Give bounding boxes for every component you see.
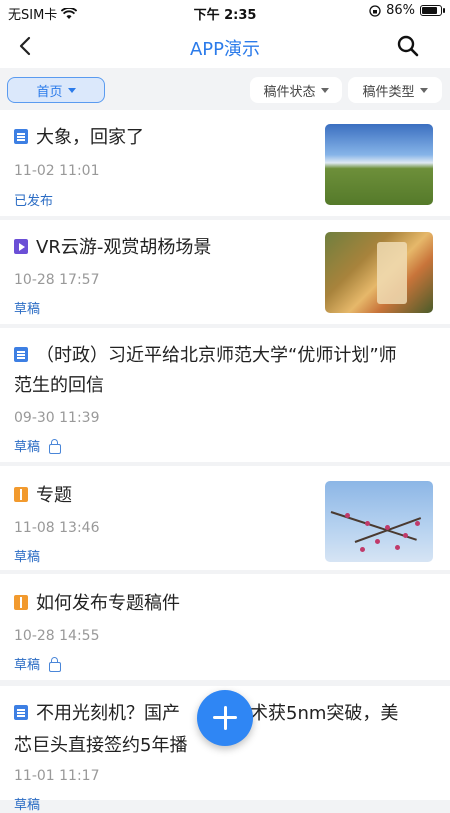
status-filter-dropdown[interactable]: 稿件状态 xyxy=(250,77,342,103)
article-thumbnail xyxy=(325,481,433,562)
caret-down-icon xyxy=(419,87,428,93)
battery-percent: 86% xyxy=(386,3,415,18)
article-title-line2: 芯巨头直接签约5年播 xyxy=(14,735,188,756)
page-title: APP演示 xyxy=(189,39,261,60)
article-status: 草稿 xyxy=(14,658,41,673)
nav-bar: APP演示 xyxy=(0,24,450,68)
article-title: 不用光刻机？国产 xyxy=(36,703,180,724)
article-status: 草稿 xyxy=(14,798,41,813)
article-card[interactable]: 专题 11-08 13:46 草稿 xyxy=(0,466,450,570)
article-thumbnail xyxy=(325,232,433,313)
article-title: 大象，回家了 xyxy=(36,127,144,148)
article-card[interactable]: 如何发布专题稿件 10-28 14:55 草稿 xyxy=(0,574,450,680)
article-title: VR云游-观赏胡杨场景 xyxy=(36,237,212,258)
lock-icon xyxy=(49,438,62,454)
type-filter-dropdown[interactable]: 稿件类型 xyxy=(348,77,442,103)
document-icon xyxy=(14,347,28,362)
article-title: （时政）习近平给北京师范大学“优师计划”师 xyxy=(36,345,397,366)
article-time: 11-08 13:46 xyxy=(14,520,100,536)
topic-icon xyxy=(14,487,28,502)
lock-icon xyxy=(49,656,62,672)
article-status: 草稿 xyxy=(14,550,41,565)
article-status: 草稿 xyxy=(14,440,41,455)
document-icon xyxy=(14,705,28,720)
article-card[interactable]: 大象，回家了 11-02 11:01 已发布 xyxy=(0,110,450,216)
caret-down-icon xyxy=(320,87,329,93)
caret-down-icon xyxy=(67,87,76,93)
article-time: 09-30 11:39 xyxy=(14,410,100,426)
battery-icon xyxy=(420,5,445,16)
type-filter-label: 稿件类型 xyxy=(362,84,415,100)
home-filter-label: 首页 xyxy=(36,84,63,100)
home-filter-dropdown[interactable]: 首页 xyxy=(7,77,105,103)
article-title-line2: 范生的回信 xyxy=(14,375,104,396)
article-status: 草稿 xyxy=(14,302,41,317)
article-status: 已发布 xyxy=(14,194,54,209)
article-time: 10-28 17:57 xyxy=(14,272,100,288)
status-filter-label: 稿件状态 xyxy=(263,84,316,100)
status-bar: 无SIM卡 下午 2:35 86% xyxy=(0,0,450,24)
topic-icon xyxy=(14,595,28,610)
search-icon[interactable] xyxy=(396,34,420,58)
article-card[interactable]: VR云游-观赏胡杨场景 10-28 17:57 草稿 xyxy=(0,220,450,324)
article-title: 如何发布专题稿件 xyxy=(36,593,180,614)
article-card[interactable]: （时政）习近平给北京师范大学“优师计划”师 范生的回信 09-30 11:39 … xyxy=(0,328,450,462)
add-article-button[interactable] xyxy=(197,690,253,746)
video-icon xyxy=(14,239,28,254)
article-time: 10-28 14:55 xyxy=(14,628,100,644)
orientation-lock-icon xyxy=(369,4,381,17)
filter-bar: 首页 稿件状态 稿件类型 xyxy=(0,68,450,110)
poplar-sign-shape xyxy=(377,242,407,304)
article-time: 11-01 11:17 xyxy=(14,768,100,784)
article-thumbnail xyxy=(325,124,433,205)
article-time: 11-02 11:01 xyxy=(14,163,100,179)
document-icon xyxy=(14,129,28,144)
article-title-cont: 技术获5nm突破，美 xyxy=(232,703,399,724)
article-title: 专题 xyxy=(36,485,72,506)
